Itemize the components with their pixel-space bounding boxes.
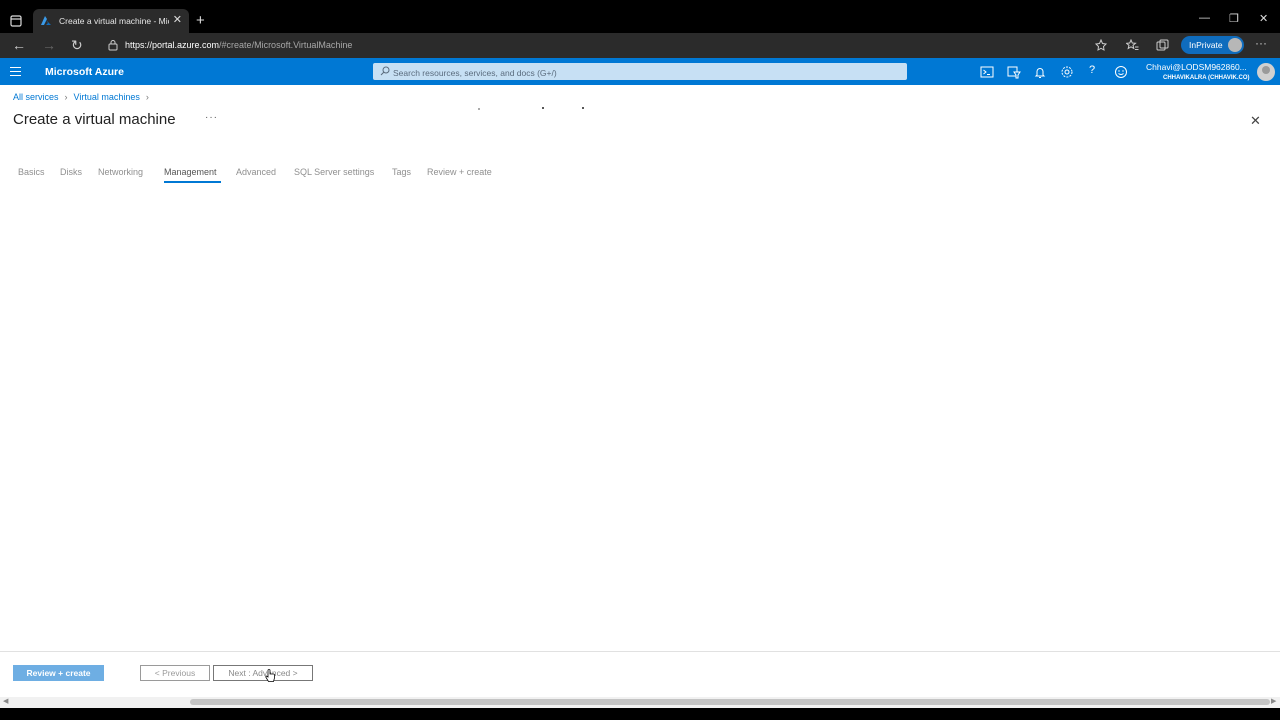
back-icon[interactable]: ← [12,37,26,53]
breadcrumb: All services › Virtual machines › [13,92,155,102]
global-search[interactable] [373,63,907,82]
refresh-icon[interactable]: ↻ [71,37,83,54]
scroll-left-icon[interactable]: ◀ [3,697,8,705]
favorites-icon[interactable] [1126,39,1139,52]
inprivate-label: InPrivate [1189,40,1223,50]
chevron-right-icon: › [64,92,68,102]
tab-disks[interactable]: Disks [60,167,82,177]
account-tenant[interactable]: CHHAVIKALRA (CHHAVIK.CO) [1163,75,1250,81]
tab-advanced[interactable]: Advanced [236,167,276,177]
more-options-icon[interactable]: ··· [1255,36,1267,50]
forward-icon[interactable]: → [42,37,56,53]
minimize-button[interactable]: — [1199,12,1210,24]
next-advanced-button[interactable]: Next : Advanced > [213,665,313,681]
url-path: /#create/Microsoft.VirtualMachine [219,40,353,50]
account-avatar[interactable] [1257,63,1275,81]
account-name[interactable]: Chhavi@LODSM962860... [1146,62,1247,72]
collections-icon[interactable] [1156,39,1169,52]
lock-icon[interactable] [107,39,119,51]
tab-networking[interactable]: Networking [98,167,143,177]
page-title: Create a virtual machine [13,111,176,128]
tab-actions-icon[interactable] [6,11,26,31]
browser-tab-active[interactable]: Create a virtual machine - Microsoft Azu… [33,9,189,33]
loading-dot [542,107,544,109]
review-create-button[interactable]: Review + create [13,665,104,681]
url-field[interactable]: https://portal.azure.com/#create/Microso… [125,40,352,50]
close-blade-button[interactable]: ✕ [1250,113,1261,129]
window-close-button[interactable]: ✕ [1259,12,1268,25]
brand-name[interactable]: Microsoft Azure [45,66,124,78]
chevron-right-icon: › [145,92,149,102]
more-actions-button[interactable]: ··· [205,112,218,123]
add-favorite-icon[interactable] [1095,39,1108,52]
new-tab-button[interactable]: + [196,12,205,29]
scroll-right-icon[interactable]: ▶ [1271,697,1276,705]
browser-tab-bar: Create a virtual machine - Microsoft Azu… [0,0,1280,33]
azure-logo-icon [41,16,51,25]
loading-dot [582,107,584,109]
feedback-smiley-icon[interactable] [1114,65,1128,79]
directory-filter-icon[interactable] [1007,65,1021,79]
tab-basics[interactable]: Basics [18,167,45,177]
address-bar: ← → ↻ https://portal.azure.com/#create/M… [0,33,1280,58]
cloud-shell-icon[interactable] [980,65,994,79]
previous-button[interactable]: < Previous [140,665,210,681]
tab-title: Create a virtual machine - Microsoft Azu… [59,16,169,26]
loading-dot [478,108,480,110]
profile-avatar [1228,38,1242,52]
horizontal-scrollbar[interactable]: ◀ ▶ [0,697,1280,708]
tab-tags[interactable]: Tags [392,167,411,177]
tab-close-icon[interactable]: ✕ [173,13,182,26]
hand-cursor-icon [265,669,275,682]
portal-menu-icon[interactable] [10,67,21,76]
screen-bottom-edge [0,708,1280,720]
tab-management[interactable]: Management [164,167,217,177]
url-host: https://portal.azure.com [125,40,220,50]
search-icon [380,66,390,76]
help-icon[interactable]: ? [1089,64,1103,78]
active-tab-indicator [164,181,221,183]
tab-sql-server-settings[interactable]: SQL Server settings [294,167,374,177]
notifications-icon[interactable] [1033,65,1047,79]
search-input[interactable] [373,64,907,82]
restore-button[interactable]: ❐ [1229,12,1239,25]
breadcrumb-virtual-machines[interactable]: Virtual machines [74,92,140,102]
tab-review-create[interactable]: Review + create [427,167,492,177]
settings-gear-icon[interactable] [1060,65,1074,79]
breadcrumb-all-services[interactable]: All services [13,92,59,102]
inprivate-badge[interactable]: InPrivate [1181,36,1244,54]
scrollbar-thumb[interactable] [190,699,1270,705]
footer-divider [0,651,1280,652]
